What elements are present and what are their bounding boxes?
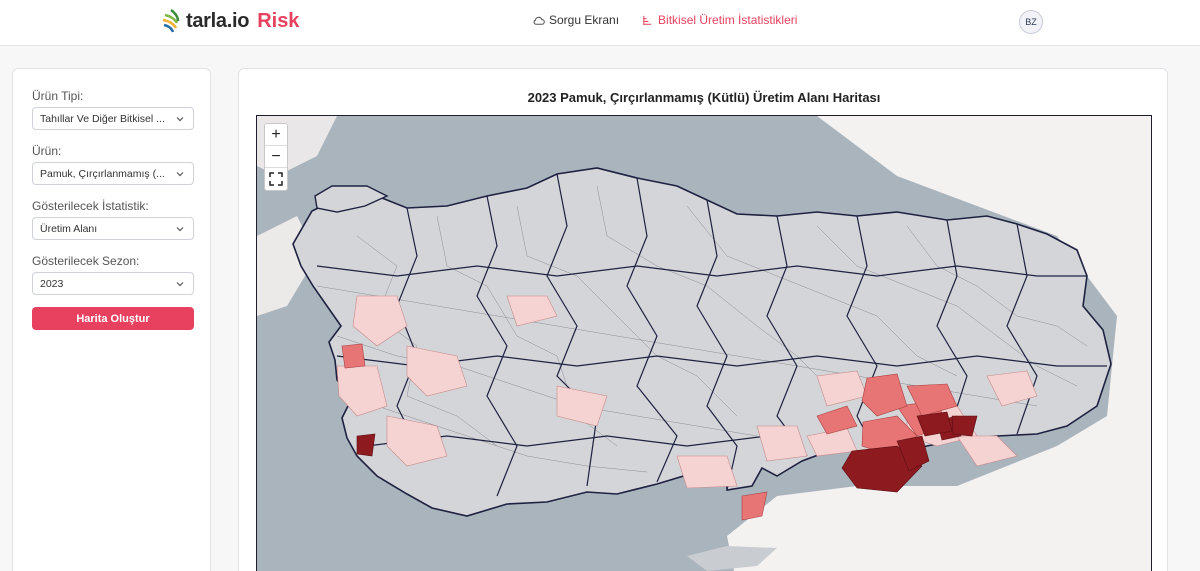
chevron-down-icon (176, 117, 184, 122)
season-label: Gösterilecek Sezon: (32, 254, 140, 268)
logo-accent: Risk (257, 9, 300, 32)
zoom-in-button[interactable]: + (265, 124, 287, 146)
map-zoom-control: + − (264, 123, 288, 191)
product-type-label: Ürün Tipi: (32, 89, 84, 103)
statistic-select[interactable]: Üretim Alanı (32, 217, 194, 240)
nav-item-statistics[interactable]: Bitkisel Üretim İstatistikleri (641, 13, 797, 27)
chevron-down-icon (176, 172, 184, 177)
fullscreen-icon (269, 172, 283, 186)
logo[interactable]: tarla.io Risk (160, 7, 299, 35)
statistic-value: Üretim Alanı (40, 222, 98, 235)
sprout-icon (643, 15, 652, 25)
logo-text: tarla.io (186, 9, 250, 32)
choropleth-map[interactable]: + − (256, 115, 1152, 571)
season-select[interactable]: 2023 (32, 272, 194, 295)
chevron-down-icon (176, 282, 184, 287)
product-label: Ürün: (32, 144, 62, 158)
cloud-icon (533, 16, 545, 25)
product-value: Pamuk, Çırçırlanmamış (... (40, 167, 165, 180)
product-type-value: Tahıllar Ve Diğer Bitkisel ... (40, 112, 165, 125)
turkey-map (257, 116, 1151, 571)
create-map-button[interactable]: Harita Oluştur (32, 307, 194, 330)
filter-sidebar: Ürün Tipi: Tahıllar Ve Diğer Bitkisel ..… (12, 68, 211, 571)
chevron-down-icon (176, 227, 184, 232)
season-value: 2023 (40, 277, 64, 290)
top-bar: tarla.io Risk Sorgu Ekranı Bitkisel Üret… (0, 0, 1200, 46)
logo-icon (162, 9, 180, 33)
nav-item-statistics-label: Bitkisel Üretim İstatistikleri (658, 13, 798, 27)
avatar[interactable]: BZ (1019, 10, 1043, 34)
statistic-label: Gösterilecek İstatistik: (32, 199, 149, 213)
nav-item-query-label: Sorgu Ekranı (549, 13, 620, 27)
main-nav: Sorgu Ekranı Bitkisel Üretim İstatistikl… (532, 13, 797, 27)
product-select[interactable]: Pamuk, Çırçırlanmamış (... (32, 162, 194, 185)
product-type-select[interactable]: Tahıllar Ve Diğer Bitkisel ... (32, 107, 194, 130)
zoom-out-button[interactable]: − (265, 146, 287, 168)
map-panel: 2023 Pamuk, Çırçırlanmamış (Kütlü) Üreti… (238, 68, 1168, 571)
fullscreen-button[interactable] (265, 168, 287, 190)
nav-item-query[interactable]: Sorgu Ekranı (532, 13, 619, 27)
map-title: 2023 Pamuk, Çırçırlanmamış (Kütlü) Üreti… (527, 90, 881, 105)
